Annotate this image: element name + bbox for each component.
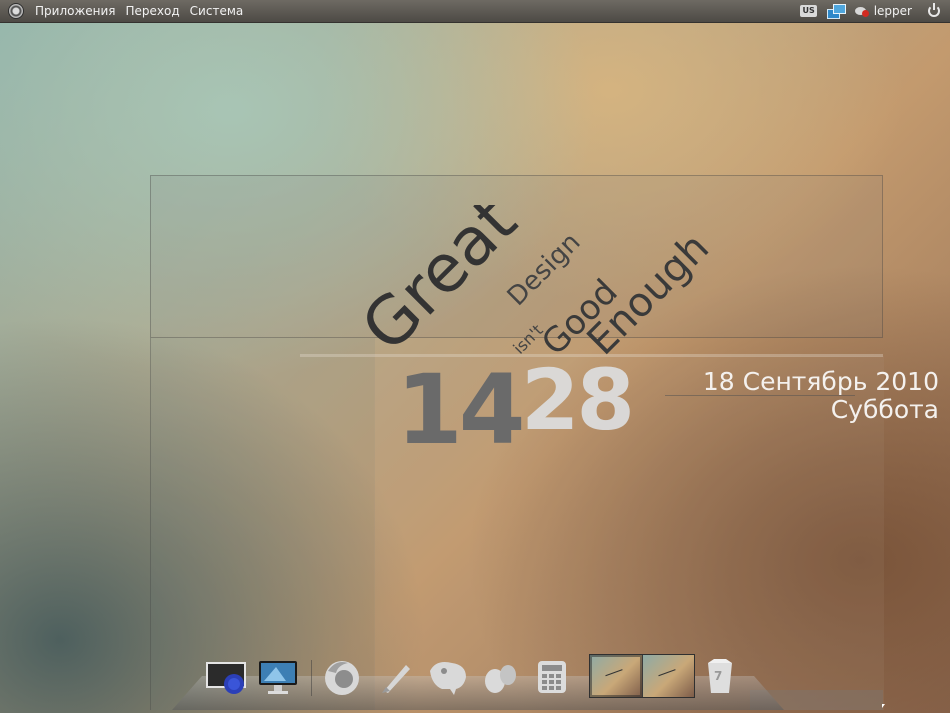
user-status-icon[interactable] bbox=[854, 5, 869, 17]
menu-places[interactable]: Переход bbox=[126, 4, 180, 18]
trash-count-badge: 7 bbox=[714, 669, 723, 683]
inkscape-icon[interactable] bbox=[374, 655, 418, 699]
username-label[interactable]: lepper bbox=[874, 4, 912, 18]
date-underline bbox=[665, 395, 855, 396]
window-list-icon[interactable] bbox=[204, 655, 248, 699]
dock-separator bbox=[311, 660, 312, 696]
monitor-icon[interactable] bbox=[256, 655, 300, 699]
gimp-icon[interactable] bbox=[426, 655, 470, 699]
menu-applications[interactable]: Приложения bbox=[35, 4, 116, 18]
pidgin-icon[interactable] bbox=[478, 655, 522, 699]
workspace-1[interactable] bbox=[590, 655, 643, 697]
trash-icon[interactable]: 7 bbox=[700, 655, 744, 699]
calculator-icon[interactable] bbox=[530, 655, 574, 699]
keyboard-layout-indicator[interactable]: US bbox=[800, 5, 817, 17]
top-panel: Приложения Переход Система US lepper bbox=[0, 0, 950, 23]
clock-minutes: 28 bbox=[521, 351, 635, 449]
clock-weekday: Суббота bbox=[830, 395, 939, 424]
mouse-cursor-icon bbox=[882, 704, 885, 708]
power-icon[interactable] bbox=[928, 3, 940, 17]
typo-great: Great bbox=[360, 205, 531, 365]
firefox-icon[interactable] bbox=[320, 655, 364, 699]
network-icon[interactable] bbox=[826, 4, 846, 19]
menu-system[interactable]: Система bbox=[190, 4, 244, 18]
clock-hours: 14 bbox=[396, 354, 526, 466]
gnome-foot-icon[interactable] bbox=[8, 3, 24, 19]
wallpaper-typography: Great Design isn't Good Enough bbox=[360, 205, 718, 365]
workspace-switcher[interactable] bbox=[589, 654, 695, 698]
system-tray: US lepper bbox=[800, 0, 950, 23]
clock-date: 18 Сентябрь 2010 bbox=[702, 367, 939, 396]
workspace-2[interactable] bbox=[642, 655, 694, 697]
